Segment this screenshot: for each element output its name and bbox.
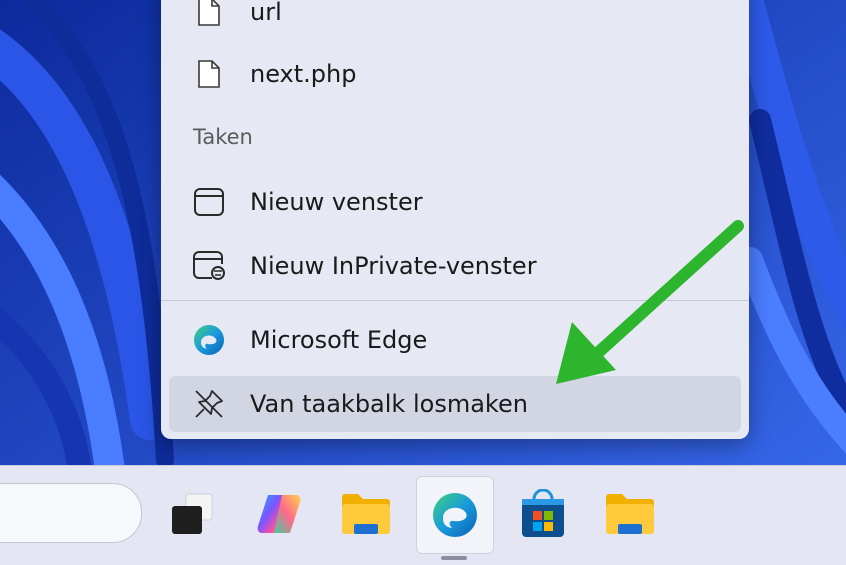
recent-item-label: url (250, 0, 282, 26)
taskbar (0, 465, 846, 565)
taskbar-microsoft-store-button[interactable] (505, 476, 581, 552)
edge-jump-list: url next.php Taken Nieuw venster Nieuw I… (161, 0, 749, 439)
window-icon (189, 182, 229, 222)
folder-icon (606, 494, 654, 534)
taskbar-file-explorer-button[interactable] (328, 476, 404, 552)
task-view-icon (172, 493, 213, 534)
active-app-indicator (441, 556, 467, 560)
task-label: Nieuw venster (250, 188, 423, 216)
store-icon (522, 489, 564, 537)
taskbar-task-view-button[interactable] (154, 476, 230, 552)
taskbar-copilot-button[interactable] (241, 476, 317, 552)
unpin-icon (189, 384, 229, 424)
app-label: Microsoft Edge (250, 326, 428, 354)
file-icon (189, 0, 229, 32)
edge-icon (189, 320, 229, 360)
open-microsoft-edge[interactable]: Microsoft Edge (169, 312, 741, 368)
unpin-label: Van taakbalk losmaken (250, 390, 528, 418)
copilot-icon (257, 495, 301, 533)
taskbar-file-explorer-button-2[interactable] (592, 476, 668, 552)
inprivate-window-icon (189, 246, 229, 286)
task-new-window[interactable]: Nieuw venster (169, 174, 741, 230)
file-icon (189, 54, 229, 94)
folder-icon (342, 494, 390, 534)
edge-icon (433, 493, 477, 537)
task-new-inprivate-window[interactable]: Nieuw InPrivate-venster (169, 238, 741, 294)
recent-item-label: next.php (250, 60, 357, 88)
tasks-section-header: Taken (193, 125, 253, 149)
taskbar-edge-button[interactable] (416, 476, 494, 554)
unpin-from-taskbar[interactable]: Van taakbalk losmaken (169, 376, 741, 432)
task-label: Nieuw InPrivate-venster (250, 252, 537, 280)
menu-divider (161, 300, 749, 301)
recent-item-next-php[interactable]: next.php (169, 46, 741, 102)
recent-item-url[interactable]: url (169, 0, 741, 40)
taskbar-search-box[interactable] (0, 483, 142, 543)
